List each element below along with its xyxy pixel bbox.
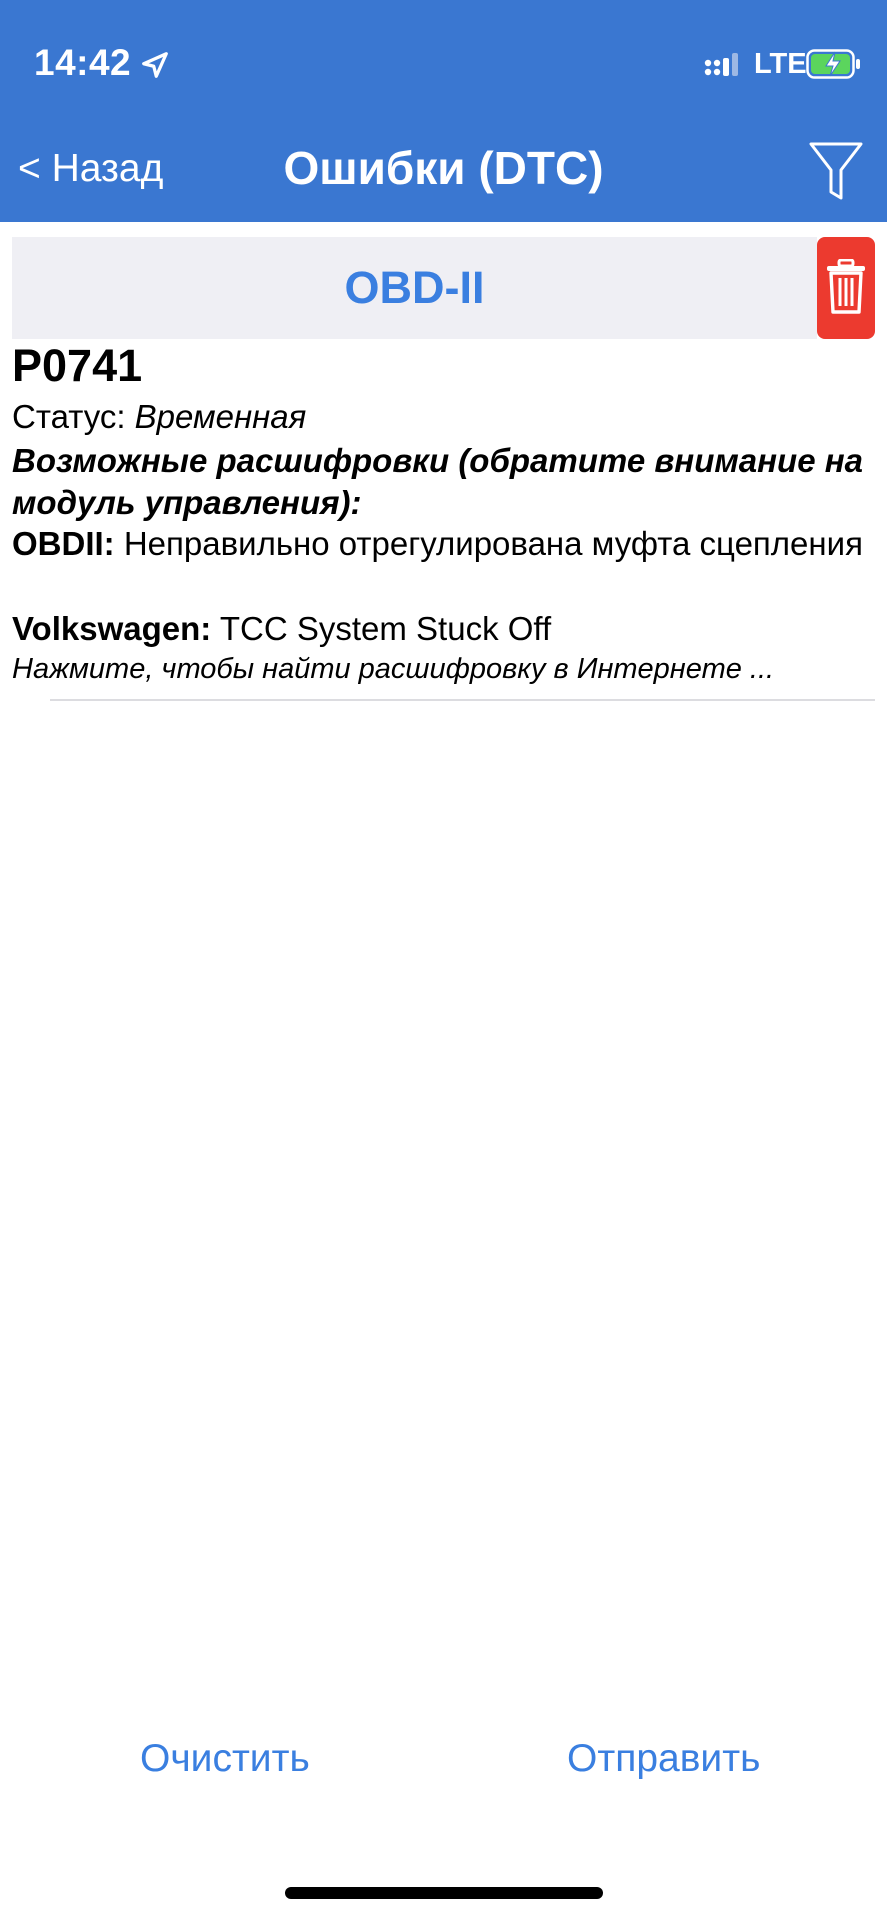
decoding-source: Volkswagen: [12,610,212,647]
status-label: Статус: [12,398,135,435]
decoding-text: Неправильно отрегулирована муфта сцеплен… [114,525,863,562]
battery-charging-icon [806,49,860,79]
dtc-status: Статус: Временная [12,398,306,436]
dtc-screen: 14:42 LTE < Назад Ошибки (DTC) OBD-II P0… [0,0,887,1920]
navigation-bar: 14:42 LTE < Назад Ошибки (DTC) [0,0,887,222]
home-indicator [285,1887,603,1899]
send-button[interactable]: Отправить [567,1737,760,1781]
decoding-source: OBDII: [12,525,115,562]
status-time: 14:42 [34,42,132,83]
trash-icon [827,259,865,314]
row-divider [50,699,875,701]
filter-funnel-icon[interactable] [808,140,864,202]
status-value: Временная [134,398,307,435]
dtc-code: P0741 [12,340,143,391]
page-title: Ошибки (DTC) [283,142,604,194]
decoding-heading: Возможные расшифровки (обратите внимание… [12,442,864,521]
search-online-hint[interactable]: Нажмите, чтобы найти расшифровку в Интер… [12,653,774,686]
network-type: LTE [754,48,807,80]
section-title: OBD-II [344,262,485,313]
decoding-obdii: OBDII: Неправильно отрегулирована муфта … [12,523,872,565]
delete-button[interactable] [817,237,875,339]
location-arrow-icon [142,52,168,78]
section-header: OBD-II [12,237,817,339]
clear-button[interactable]: Очистить [140,1737,310,1781]
decoding-volkswagen: Volkswagen: TCC System Stuck Off [12,608,872,650]
decoding-text: TCC System Stuck Off [211,610,552,647]
signal-dots-icon [704,53,738,76]
